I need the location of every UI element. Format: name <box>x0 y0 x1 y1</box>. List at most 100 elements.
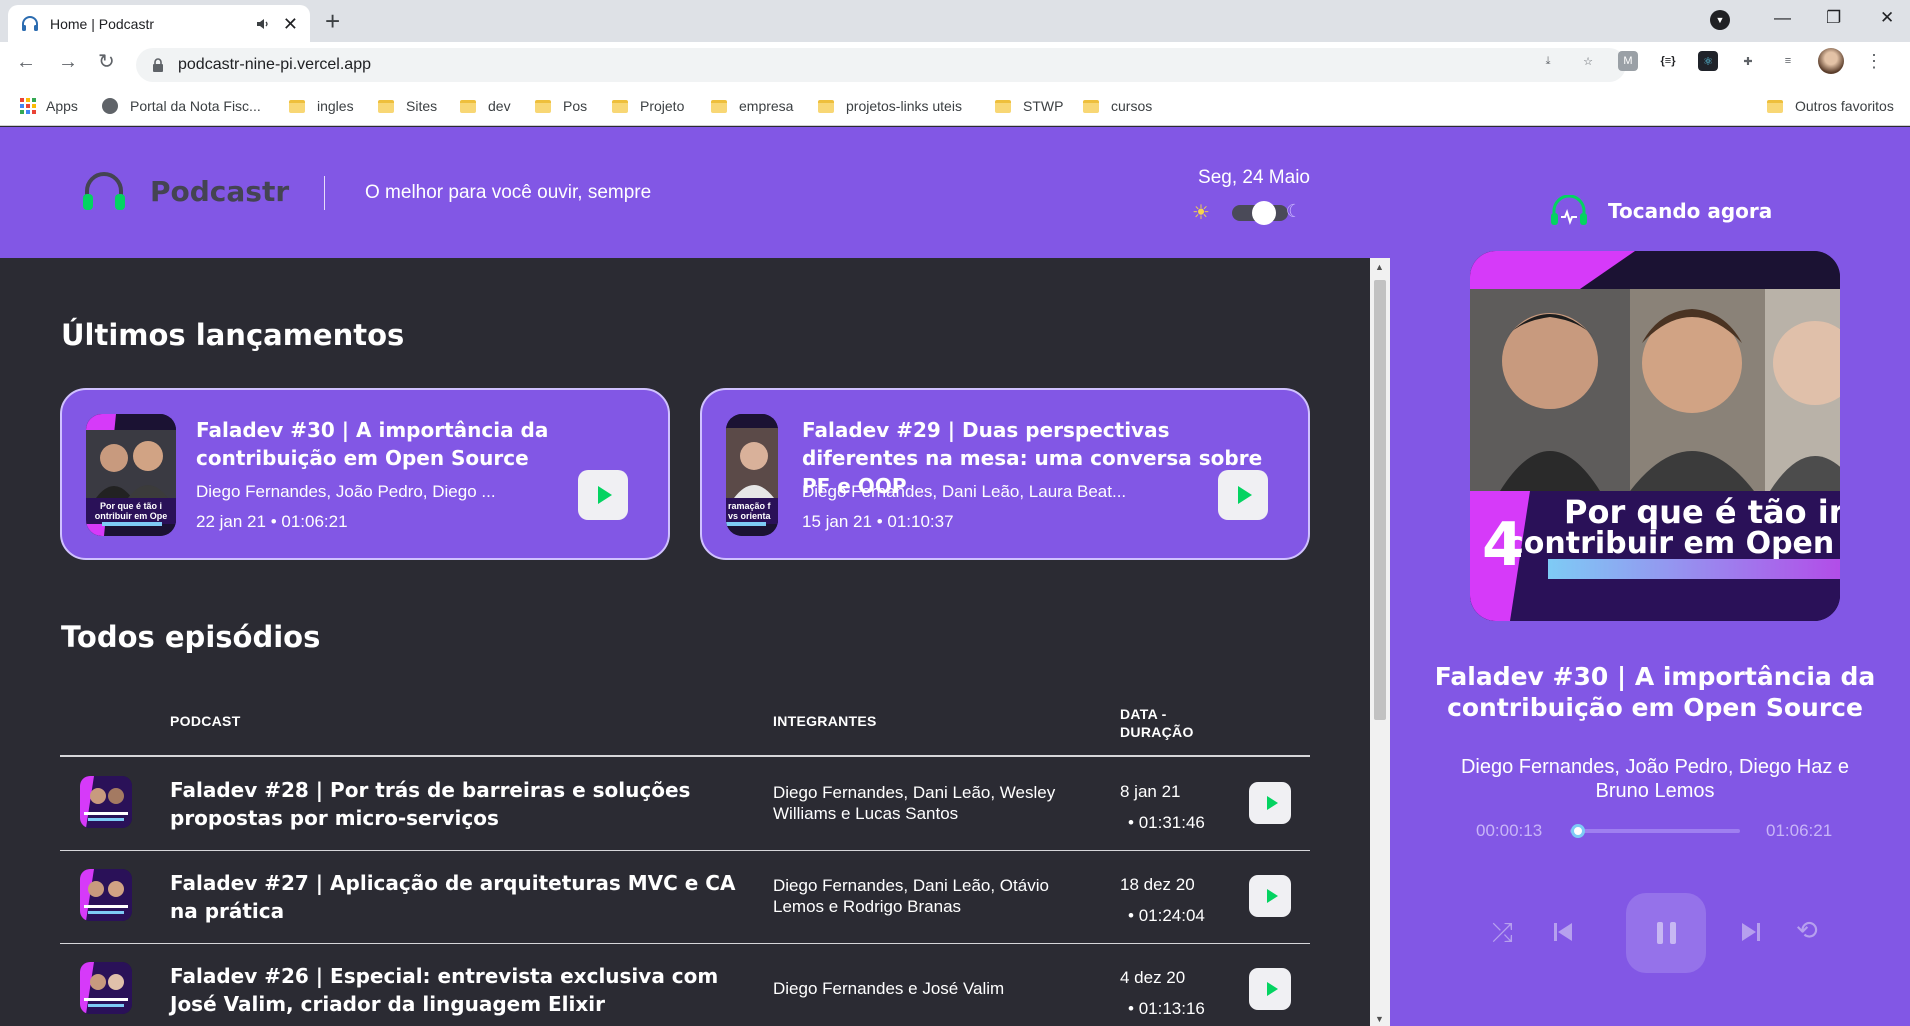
back-icon[interactable]: ← <box>16 52 36 72</box>
all-episodes-title: Todos episódios <box>61 620 321 654</box>
close-tab-icon[interactable]: ✕ <box>283 15 298 33</box>
tab-search-icon[interactable]: ▼ <box>1710 10 1730 30</box>
play-icon <box>598 486 612 504</box>
table-row[interactable]: Faladev #26 | Especial: entrevista exclu… <box>60 944 1310 1026</box>
episode-members: Diego Fernandes, João Pedro, Diego ... <box>196 482 496 501</box>
folder-icon <box>995 99 1011 113</box>
episode-thumbnail: ramação f vs orienta <box>726 414 778 536</box>
next-icon[interactable] <box>1740 921 1762 943</box>
toolbar-icons: ⤓ ☆ M {≡} ⚛ ✚ ≡ ⋮ <box>1538 48 1884 74</box>
bookmark-other[interactable]: Outros favoritos <box>1767 98 1894 114</box>
speaker-icon[interactable] <box>255 16 271 32</box>
folder-icon <box>612 99 628 113</box>
play-icon <box>1238 486 1252 504</box>
episode-thumbnail <box>80 776 132 828</box>
install-icon[interactable]: ⤓ <box>1538 51 1558 71</box>
tab-title: Home | Podcastr <box>50 15 155 32</box>
shuffle-icon[interactable]: ⤮ <box>1492 919 1513 945</box>
bookmark-folder[interactable]: Sites <box>378 98 437 114</box>
pause-button[interactable] <box>1626 893 1706 973</box>
maximize-icon[interactable]: ❐ <box>1826 8 1841 28</box>
bookmarks-bar: Apps Portal da Nota Fisc... ingles Sites… <box>0 88 1910 126</box>
episode-title[interactable]: Faladev #28 | Por trás de barreiras e so… <box>170 776 750 832</box>
folder-icon <box>818 99 834 113</box>
table-row[interactable]: Faladev #28 | Por trás de barreiras e so… <box>60 758 1310 850</box>
profile-avatar[interactable] <box>1818 48 1844 74</box>
bookmark-folder[interactable]: Pos <box>535 98 587 114</box>
episode-thumbnail: Por que é tão i ontribuir em Ope <box>86 414 176 536</box>
separator-dot: • <box>876 512 888 531</box>
episode-meta: 15 jan 21 • 01:10:37 <box>802 512 954 532</box>
main-scrollbar[interactable]: ▲ ▼ <box>1370 258 1390 1026</box>
logo[interactable]: Podcastr <box>80 167 289 215</box>
folder-icon <box>1083 99 1099 113</box>
column-podcast: PODCAST <box>170 713 241 729</box>
forward-icon[interactable]: → <box>58 52 78 72</box>
thumbnail-image <box>80 869 132 921</box>
play-button[interactable] <box>1249 782 1291 824</box>
player-controls: ⤮ ⟲ <box>1492 893 1822 973</box>
episode-title[interactable]: Faladev #27 | Aplicação de arquiteturas … <box>170 869 750 925</box>
bookmark-folder[interactable]: empresa <box>711 98 793 114</box>
play-button[interactable] <box>1249 875 1291 917</box>
progress-handle[interactable] <box>1570 824 1585 838</box>
column-date: DATA - <box>1120 706 1167 722</box>
menu-dots-icon[interactable]: ⋮ <box>1864 51 1884 71</box>
episode-title[interactable]: Faladev #30 | A importância da contribui… <box>196 416 556 472</box>
scrollbar-thumb[interactable] <box>1374 280 1386 720</box>
episode-duration: • 01:13:16 <box>1128 999 1205 1018</box>
play-button[interactable] <box>1218 470 1268 520</box>
bookmark-portal[interactable]: Portal da Nota Fisc... <box>102 98 261 114</box>
bookmark-folder[interactable]: STWP <box>995 98 1063 114</box>
moon-icon: ☾ <box>1285 200 1302 221</box>
folder-icon <box>460 99 476 113</box>
latest-episode-card[interactable]: ramação f vs orienta Faladev #29 | Duas … <box>700 388 1310 560</box>
globe-icon <box>102 98 118 114</box>
bookmark-folder[interactable]: ingles <box>289 98 354 114</box>
progress-slider[interactable] <box>1570 824 1740 838</box>
bookmark-folder[interactable]: cursos <box>1083 98 1152 114</box>
svg-text:Por que é tão i: Por que é tão i <box>100 501 162 511</box>
now-playing-label: Tocando agora <box>1608 199 1773 223</box>
svg-text:ramação f: ramação f <box>728 501 772 511</box>
latest-episode-card[interactable]: Por que é tão i ontribuir em Ope Faladev… <box>60 388 670 560</box>
extensions-puzzle-icon[interactable]: ✚ <box>1738 51 1758 71</box>
episode-title[interactable]: Faladev #26 | Especial: entrevista exclu… <box>170 962 750 1018</box>
latest-title: Últimos lançamentos <box>61 318 405 352</box>
pause-bar <box>1669 922 1676 944</box>
episode-duration: • 01:31:46 <box>1128 813 1205 832</box>
new-tab-button[interactable]: + <box>325 8 340 34</box>
bookmark-star-icon[interactable]: ☆ <box>1578 51 1598 71</box>
table-row[interactable]: Faladev #27 | Aplicação de arquiteturas … <box>60 851 1310 943</box>
scroll-up-arrow[interactable]: ▲ <box>1375 262 1384 272</box>
svg-text:vs orienta: vs orienta <box>728 511 772 521</box>
repeat-icon[interactable]: ⟲ <box>1796 917 1818 943</box>
episode-date: 15 jan 21 <box>802 512 872 531</box>
reload-icon[interactable]: ↻ <box>98 52 115 72</box>
url-text: podcastr-nine-pi.vercel.app <box>178 56 371 73</box>
play-icon <box>1266 796 1278 810</box>
thumbnail-image <box>80 962 132 1014</box>
theme-switch[interactable]: ☾ <box>1231 200 1302 225</box>
bookmark-apps[interactable]: Apps <box>20 98 78 114</box>
lock-icon <box>153 58 163 72</box>
browser-tab[interactable]: Home | Podcastr ✕ <box>8 5 310 42</box>
play-button[interactable] <box>578 470 628 520</box>
react-devtools-icon[interactable]: ⚛ <box>1698 51 1718 71</box>
theme-toggle[interactable]: ☀ ☾ <box>1192 200 1302 225</box>
cover-image: 4 Por que é tão imp contribuir em Open S <box>1470 251 1840 621</box>
scroll-down-arrow[interactable]: ▼ <box>1375 1014 1384 1024</box>
headphones-logo-icon <box>83 172 125 210</box>
close-window-icon[interactable]: ✕ <box>1880 8 1894 28</box>
media-queue-icon[interactable]: ≡ <box>1778 51 1798 71</box>
address-bar[interactable]: podcastr-nine-pi.vercel.app <box>136 48 1626 82</box>
play-button[interactable] <box>1249 968 1291 1010</box>
extension-json-icon[interactable]: {≡} <box>1658 51 1678 71</box>
browser-toolbar: ← → ↻ podcastr-nine-pi.vercel.app ⤓ ☆ M … <box>0 42 1910 88</box>
previous-icon[interactable] <box>1552 921 1574 943</box>
extension-m-icon[interactable]: M <box>1618 51 1638 71</box>
bookmark-folder[interactable]: dev <box>460 98 511 114</box>
bookmark-folder[interactable]: Projeto <box>612 98 684 114</box>
minimize-icon[interactable]: — <box>1774 8 1791 28</box>
bookmark-folder[interactable]: projetos-links uteis <box>818 98 962 114</box>
